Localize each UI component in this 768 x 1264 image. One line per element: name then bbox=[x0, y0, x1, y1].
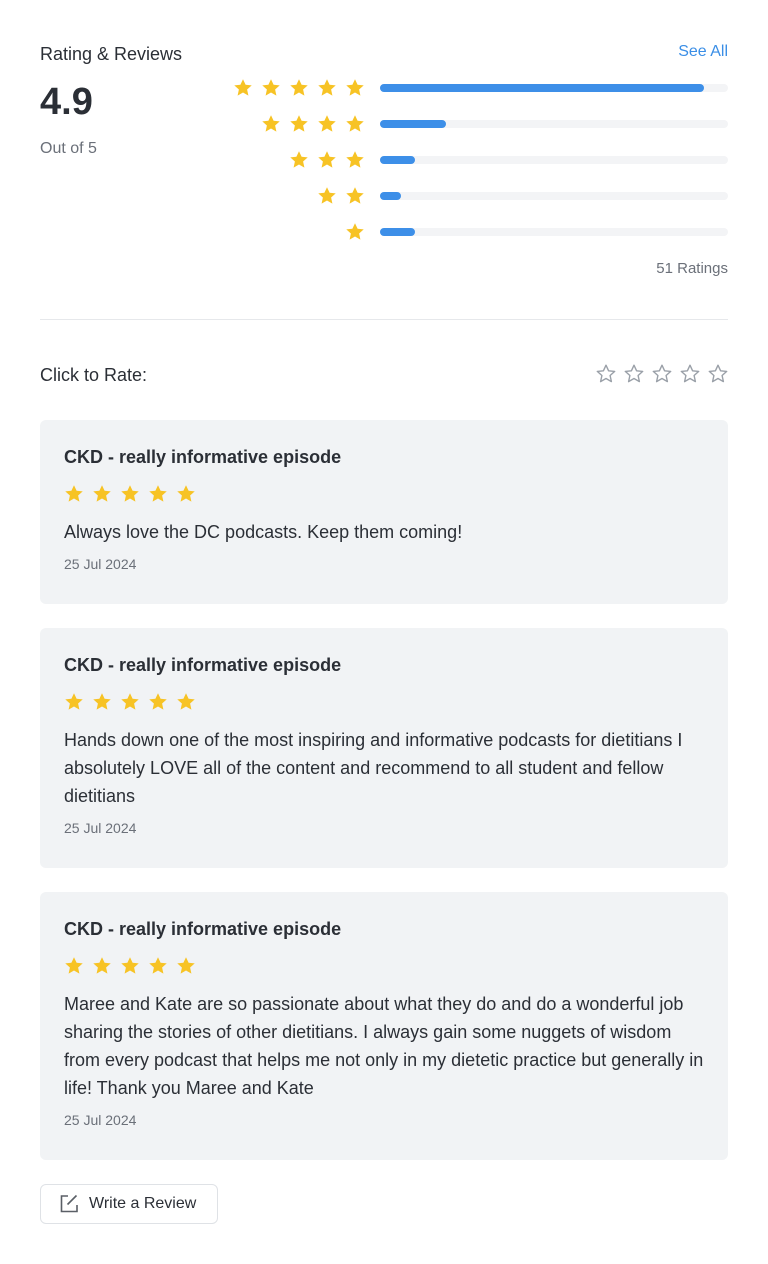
star-filled-icon bbox=[318, 151, 336, 168]
review-date: 25 Jul 2024 bbox=[64, 1112, 137, 1128]
out-of-label: Out of 5 bbox=[40, 140, 97, 157]
write-review-button[interactable]: Write a Review bbox=[40, 1184, 218, 1224]
distribution-row-1 bbox=[225, 222, 728, 242]
star-group bbox=[317, 186, 365, 206]
star-filled-icon bbox=[121, 485, 139, 502]
star-filled-icon bbox=[93, 485, 111, 502]
distribution-track bbox=[380, 192, 728, 200]
rate-star-icon[interactable] bbox=[652, 364, 672, 384]
distribution-fill bbox=[380, 228, 415, 236]
star-filled-icon bbox=[262, 79, 280, 96]
star-filled-icon bbox=[290, 151, 308, 168]
star-filled-icon bbox=[177, 485, 195, 502]
star-filled-icon bbox=[121, 693, 139, 710]
review-card: CKD - really informative episode Always … bbox=[40, 420, 728, 604]
star-filled-icon bbox=[177, 957, 195, 974]
reviews-header: Rating & Reviews See All bbox=[40, 42, 728, 64]
star-filled-icon bbox=[65, 957, 83, 974]
star-group bbox=[289, 150, 365, 170]
rate-star-icon[interactable] bbox=[624, 364, 644, 384]
distribution-row-4 bbox=[225, 114, 728, 134]
rate-star-icon[interactable] bbox=[596, 364, 616, 384]
rate-star-icon[interactable] bbox=[680, 364, 700, 384]
review-title: CKD - really informative episode bbox=[64, 655, 342, 675]
ratings-count: 51 Ratings bbox=[656, 260, 728, 277]
average-rating: 4.9 bbox=[40, 81, 93, 123]
star-filled-icon bbox=[149, 957, 167, 974]
star-filled-icon bbox=[346, 187, 364, 204]
star-filled-icon bbox=[318, 115, 336, 132]
distribution-fill bbox=[380, 84, 704, 92]
star-filled-icon bbox=[121, 957, 139, 974]
distribution-row-3 bbox=[225, 150, 728, 170]
click-to-rate-label: Click to Rate: bbox=[40, 365, 148, 385]
star-filled-icon bbox=[346, 115, 364, 132]
edit-icon bbox=[60, 1194, 78, 1213]
distribution-row-5 bbox=[225, 78, 728, 98]
star-filled-icon bbox=[65, 485, 83, 502]
star-filled-icon bbox=[149, 485, 167, 502]
review-title: CKD - really informative episode bbox=[64, 447, 342, 467]
distribution-track bbox=[380, 156, 728, 164]
see-all-link[interactable]: See All bbox=[678, 42, 728, 62]
star-filled-icon bbox=[149, 693, 167, 710]
star-filled-icon bbox=[290, 115, 308, 132]
review-stars bbox=[64, 956, 704, 976]
review-stars bbox=[64, 484, 704, 504]
star-filled-icon bbox=[93, 693, 111, 710]
distribution-fill bbox=[380, 156, 415, 164]
distribution-track bbox=[380, 120, 728, 128]
star-filled-icon bbox=[346, 223, 364, 240]
star-filled-icon bbox=[346, 151, 364, 168]
review-title: CKD - really informative episode bbox=[64, 919, 342, 939]
star-group bbox=[261, 114, 365, 134]
rate-star-icon[interactable] bbox=[708, 364, 728, 384]
distribution-track bbox=[380, 84, 728, 92]
star-filled-icon bbox=[318, 187, 336, 204]
distribution-fill bbox=[380, 120, 447, 128]
divider bbox=[40, 319, 728, 320]
star-filled-icon bbox=[346, 79, 364, 96]
star-filled-icon bbox=[318, 79, 336, 96]
review-text: Hands down one of the most inspiring and… bbox=[64, 730, 683, 806]
star-filled-icon bbox=[290, 79, 308, 96]
review-date: 25 Jul 2024 bbox=[64, 556, 137, 572]
distribution-fill bbox=[380, 192, 401, 200]
star-filled-icon bbox=[93, 957, 111, 974]
distribution-row-2 bbox=[225, 186, 728, 206]
star-filled-icon bbox=[262, 115, 280, 132]
review-text: Always love the DC podcasts. Keep them c… bbox=[64, 522, 463, 542]
star-group bbox=[233, 78, 365, 98]
star-filled-icon bbox=[234, 79, 252, 96]
review-card: CKD - really informative episode Maree a… bbox=[40, 892, 728, 1160]
star-filled-icon bbox=[177, 693, 195, 710]
distribution-track bbox=[380, 228, 728, 236]
review-text: Maree and Kate are so passionate about w… bbox=[64, 994, 704, 1098]
star-filled-icon bbox=[65, 693, 83, 710]
write-review-label: Write a Review bbox=[89, 1195, 197, 1212]
review-card: CKD - really informative episode Hands d… bbox=[40, 628, 728, 868]
star-group bbox=[345, 222, 365, 242]
section-title: Rating & Reviews bbox=[40, 44, 183, 64]
review-stars bbox=[64, 692, 704, 712]
rate-star-input[interactable] bbox=[596, 364, 728, 384]
review-date: 25 Jul 2024 bbox=[64, 820, 137, 836]
